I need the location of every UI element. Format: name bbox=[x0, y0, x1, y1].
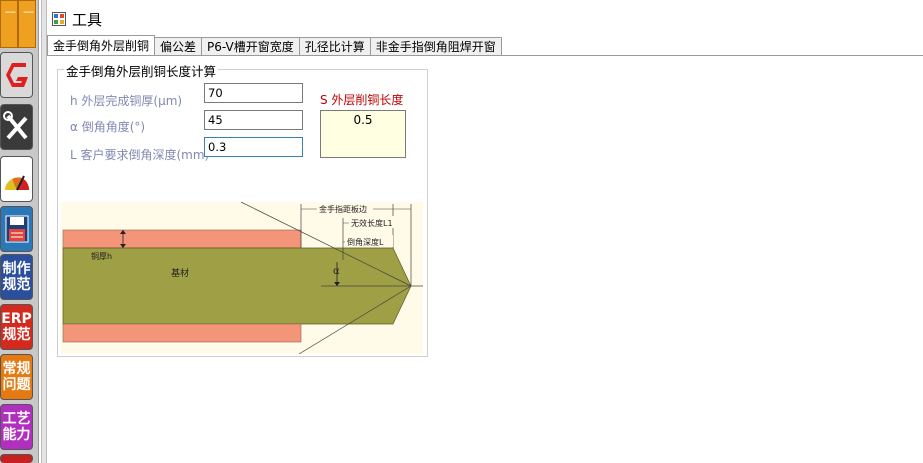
dash-icon: — bbox=[5, 5, 16, 18]
dock-pin-button[interactable]: — bbox=[18, 0, 36, 48]
copper-bottom-layer bbox=[62, 323, 302, 343]
dock-top-buttons: — — bbox=[0, 0, 36, 48]
calc-group: 金手倒角外层削铜长度计算 h 外层完成铜厚(μm) α 倒角角度(°) L 客户… bbox=[57, 61, 428, 357]
tab-gold-finger-bevel[interactable]: 金手倒角外层削铜 bbox=[47, 35, 156, 55]
angle-input[interactable] bbox=[204, 110, 303, 130]
depth-label: L 客户要求倒角深度(mm) bbox=[70, 148, 210, 162]
dock-make-spec-button[interactable]: 制作 规范 bbox=[0, 254, 33, 300]
save-icon bbox=[5, 215, 28, 243]
result-label: S 外层削铜长度 bbox=[320, 93, 404, 107]
result-output: 0.5 bbox=[320, 110, 406, 158]
dock-label: 规范 bbox=[2, 327, 31, 343]
tools-icon bbox=[2, 111, 28, 140]
logo-g-icon bbox=[5, 63, 28, 87]
dock-save-button[interactable] bbox=[0, 206, 33, 252]
tab-aspect-ratio[interactable]: 孔径比计算 bbox=[298, 37, 371, 55]
dock-more-button[interactable] bbox=[0, 454, 33, 463]
group-title: 金手倒角外层削铜长度计算 bbox=[64, 61, 219, 80]
dock-erp-spec-button[interactable]: ERP 规范 bbox=[0, 304, 33, 350]
gauge-icon bbox=[4, 175, 29, 191]
edge-label: 金手指距板边 bbox=[319, 204, 367, 214]
tab-strip: 金手倒角外层削铜 偏公差 P6-V槽开窗宽度 孔径比计算 非金手指倒角阻焊开窗 bbox=[47, 35, 502, 56]
thickness-input[interactable] bbox=[204, 83, 303, 103]
dock-label: 问题 bbox=[2, 377, 31, 393]
left-dock: — — 制作 规范 ERP 规范 常规 问题 工艺 能力 bbox=[0, 0, 39, 463]
tab-non-gold-finger-bevel[interactable]: 非金手指倒角阻焊开窗 bbox=[369, 37, 502, 55]
dock-common-issues-button[interactable]: 常规 问题 bbox=[0, 354, 33, 400]
depth-input[interactable] bbox=[204, 137, 303, 157]
dock-label: 能力 bbox=[2, 427, 31, 443]
bevel-label: 倒角深度L bbox=[347, 237, 384, 247]
dock-label: 制作 bbox=[2, 261, 31, 277]
window-title: 工具 bbox=[72, 10, 103, 29]
splitter[interactable] bbox=[41, 0, 47, 463]
alpha-label: α bbox=[333, 266, 340, 277]
tab-divider bbox=[47, 55, 923, 56]
dash-icon: — bbox=[23, 5, 34, 18]
window-title-bar: 工具 bbox=[52, 8, 102, 30]
dock-label: 工艺 bbox=[2, 411, 31, 427]
dock-tools-button[interactable] bbox=[0, 104, 33, 150]
dock-label: 常规 bbox=[2, 361, 31, 377]
dock-collapse-button[interactable]: — bbox=[0, 0, 18, 48]
tab-offset-tolerance[interactable]: 偏公差 bbox=[154, 37, 203, 55]
dock-logo-button[interactable] bbox=[0, 52, 33, 98]
dock-process-capability-button[interactable]: 工艺 能力 bbox=[0, 404, 33, 450]
bevel-diagram: 金手指距板边 无效长度L1 倒角深度L 铜厚h 基材 α bbox=[61, 202, 423, 354]
thickness-label: h 外层完成铜厚(μm) bbox=[70, 94, 183, 108]
copper-top-layer bbox=[62, 229, 302, 249]
dock-label: ERP bbox=[1, 311, 32, 327]
dock-label: 规范 bbox=[2, 277, 31, 293]
substrate-label: 基材 bbox=[171, 267, 189, 279]
tab-vcut-window[interactable]: P6-V槽开窗宽度 bbox=[201, 37, 300, 55]
angle-label: α 倒角角度(°) bbox=[70, 120, 146, 134]
invalid-label: 无效长度L1 bbox=[351, 218, 393, 228]
copper-thickness-label: 铜厚h bbox=[91, 251, 112, 261]
window-icon bbox=[52, 12, 66, 26]
dock-gauge-button[interactable] bbox=[0, 156, 33, 202]
